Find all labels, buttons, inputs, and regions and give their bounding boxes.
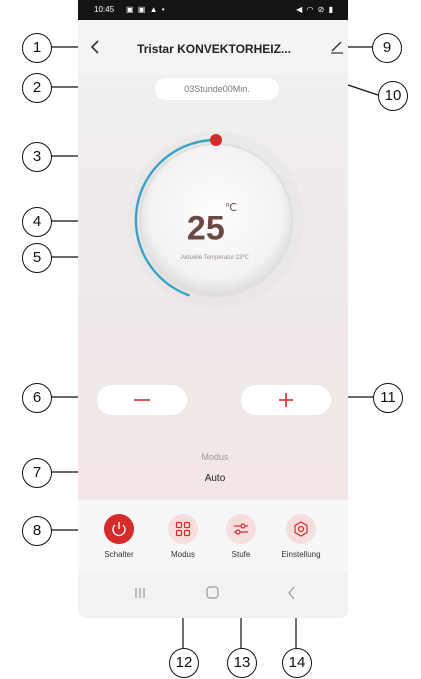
- callout-marker: 6: [22, 383, 52, 413]
- home-icon[interactable]: [206, 586, 219, 599]
- callout-marker: 12: [169, 648, 199, 678]
- edit-pencil-icon[interactable]: [328, 38, 346, 56]
- callout-marker: 9: [372, 33, 402, 63]
- minus-icon: [134, 399, 150, 401]
- level-button[interactable]: [226, 514, 256, 544]
- callout-marker: 5: [22, 243, 52, 273]
- system-status-icons: ◀ ◠ ⊘ ▮: [296, 5, 334, 14]
- settings-icon: [294, 521, 308, 537]
- callout-marker: 13: [227, 648, 257, 678]
- power-button[interactable]: [104, 514, 134, 544]
- mode-button[interactable]: [168, 514, 198, 544]
- device-title: Tristar KONVEKTORHEIZ...: [137, 42, 291, 56]
- current-temperature-label: Aktuelle Temperatur 23℃: [180, 255, 250, 261]
- timer-display[interactable]: 03Stunde00Min.: [155, 78, 279, 100]
- set-temperature: 25℃: [176, 202, 248, 248]
- status-bar: 10:45 ▣ ▣ ▲ • ◀ ◠ ⊘ ▮: [78, 0, 348, 20]
- callout-marker: 2: [22, 73, 52, 103]
- callout-marker: 14: [282, 648, 312, 678]
- temperature-value: 25: [186, 209, 225, 248]
- callout-marker: 10: [378, 81, 408, 111]
- callout-marker: 4: [22, 207, 52, 237]
- callout-marker: 8: [22, 516, 52, 546]
- power-icon: [112, 522, 126, 537]
- increase-temperature-button[interactable]: [241, 385, 331, 415]
- nav-back-icon[interactable]: [288, 586, 295, 600]
- callout-marker: 3: [22, 142, 52, 172]
- sliders-icon: [234, 523, 248, 535]
- callout-marker: 7: [22, 458, 52, 488]
- mode-label: Modus: [201, 452, 229, 462]
- callout-marker: 1: [22, 33, 52, 63]
- plus-icon: [279, 393, 293, 407]
- recent-apps-icon[interactable]: [135, 588, 145, 598]
- temperature-unit: ℃: [224, 202, 238, 214]
- status-time: 10:45: [94, 5, 115, 14]
- back-arrow-icon[interactable]: [86, 38, 104, 56]
- notification-icons: ▣ ▣ ▲ •: [126, 5, 166, 14]
- settings-button[interactable]: [286, 514, 316, 544]
- android-nav-bar: [78, 572, 348, 618]
- power-button-label: Schalter: [104, 550, 134, 559]
- dial-handle[interactable]: [210, 134, 222, 146]
- mode-value: Auto: [204, 473, 226, 484]
- callout-marker: 11: [373, 383, 403, 413]
- decrease-temperature-button[interactable]: [97, 385, 187, 415]
- settings-button-label: Einstellung: [281, 550, 321, 559]
- grid-icon: [175, 521, 191, 537]
